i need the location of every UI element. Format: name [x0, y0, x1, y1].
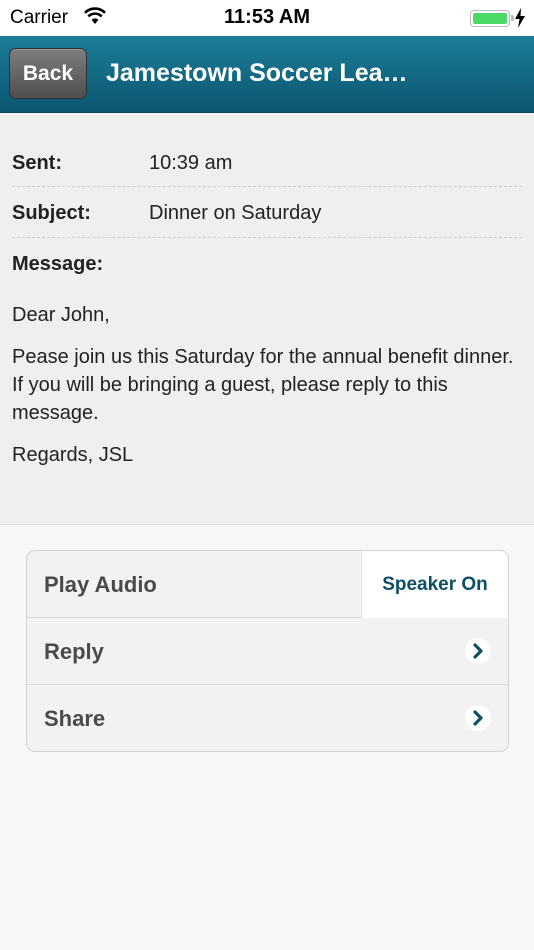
subject-label: Subject:: [12, 202, 91, 224]
status-time: 11:53 AM: [224, 6, 310, 28]
status-bar: Carrier 11:53 AM: [0, 0, 534, 36]
reply-row[interactable]: Reply: [27, 618, 508, 685]
reply-label: Reply: [44, 639, 104, 664]
share-label: Share: [44, 706, 106, 731]
page-title: Jamestown Soccer Lea…: [106, 59, 408, 87]
subject-row: Subject: Dinner on Saturday: [12, 187, 522, 238]
chevron-right-icon: [465, 705, 491, 731]
message-body: Dear John, Pease join us this Saturday f…: [12, 301, 527, 483]
subject-value: Dinner on Saturday: [149, 202, 322, 224]
play-audio-row[interactable]: Play Audio Speaker On: [27, 551, 508, 618]
message-greeting: Dear John,: [12, 304, 110, 326]
sent-label: Sent:: [12, 152, 62, 174]
message-label: Message:: [12, 253, 104, 275]
charging-bolt-icon: [515, 8, 525, 28]
play-audio-label: Play Audio: [44, 572, 157, 597]
action-list: Play Audio Speaker On Reply Share: [26, 550, 509, 752]
message-paragraph: Pease join us this Saturday for the annu…: [12, 346, 514, 424]
message-signoff: Regards, JSL: [12, 444, 134, 466]
speaker-toggle-button[interactable]: Speaker On: [361, 551, 508, 618]
chevron-right-icon: [465, 638, 491, 664]
battery-icon: [470, 10, 514, 27]
navigation-bar: Back Jamestown Soccer Lea…: [0, 36, 534, 113]
message-detail: Sent: 10:39 am Subject: Dinner on Saturd…: [0, 113, 534, 525]
share-row[interactable]: Share: [27, 685, 508, 751]
back-button[interactable]: Back: [9, 48, 87, 99]
sent-row: Sent: 10:39 am: [12, 113, 522, 187]
sent-value: 10:39 am: [149, 152, 233, 174]
